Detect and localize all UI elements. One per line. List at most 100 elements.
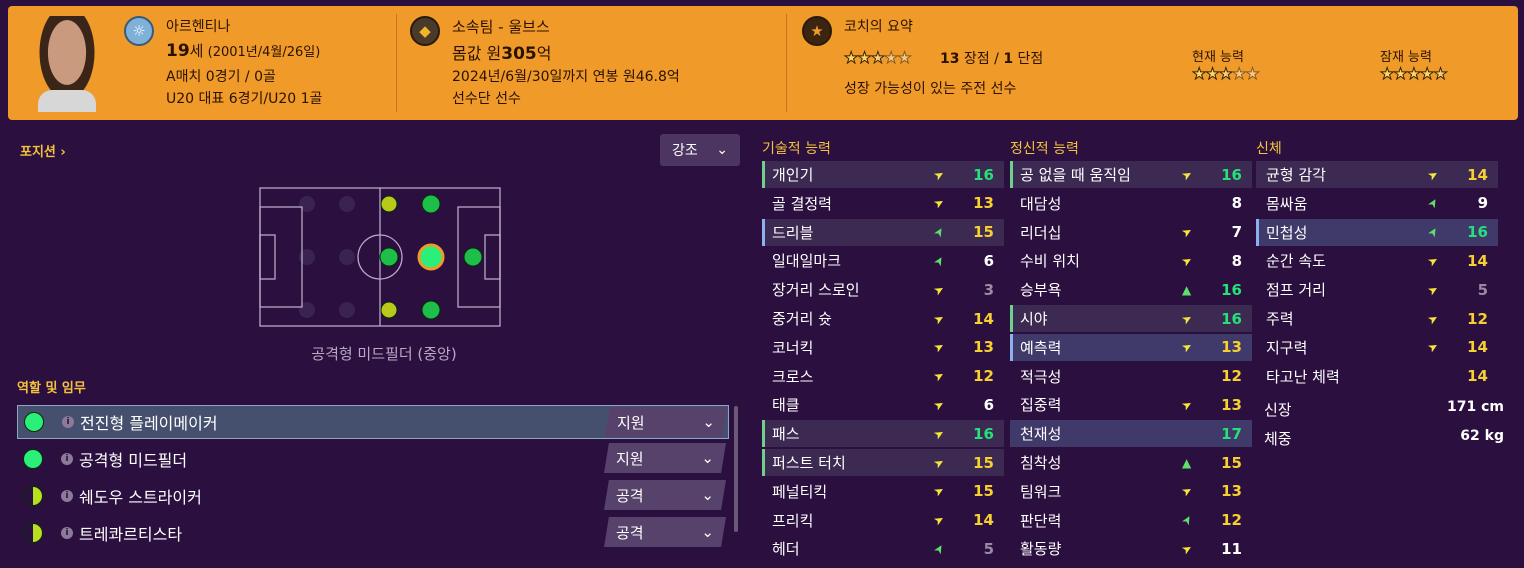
attribute-name: 대담성 bbox=[1020, 194, 1062, 213]
role-row[interactable]: i 전진형 플레이메이커 지원 ⌄ bbox=[17, 405, 729, 439]
attribute-row[interactable]: 개인기 ➤ 16 bbox=[762, 161, 1004, 188]
trend-arrow-icon: ➤ bbox=[1425, 252, 1441, 270]
attribute-value: 16 bbox=[973, 165, 994, 184]
position-title[interactable]: 포지션 › bbox=[20, 141, 66, 160]
attribute-name: 크로스 bbox=[772, 367, 814, 386]
role-row[interactable]: i 쉐도우 스트라이커 공격 ⌄ bbox=[17, 479, 729, 513]
attribute-row[interactable]: 수비 위치 ➤ 8 bbox=[1010, 247, 1252, 274]
potential-ability-stars: ★★★★★ bbox=[1379, 64, 1448, 84]
roles-scrollbar[interactable] bbox=[734, 406, 738, 532]
height-value: 171 cm bbox=[1447, 399, 1504, 415]
attribute-name: 리더십 bbox=[1020, 223, 1062, 242]
attribute-name: 순간 속도 bbox=[1266, 252, 1326, 271]
attribute-row[interactable]: 순간 속도 ➤ 14 bbox=[1256, 247, 1498, 274]
star-empty-icon: ★ bbox=[884, 48, 899, 68]
info-icon[interactable]: i bbox=[62, 416, 74, 428]
role-duty-dropdown[interactable]: 지원 ⌄ bbox=[605, 407, 727, 437]
attribute-value: 14 bbox=[973, 511, 994, 530]
attribute-row[interactable]: 몸싸움 ➤ 9 bbox=[1256, 190, 1498, 217]
attribute-name: 퍼스트 터치 bbox=[772, 454, 846, 472]
info-icon[interactable]: i bbox=[61, 527, 73, 539]
info-icon[interactable]: i bbox=[61, 490, 73, 502]
attribute-row[interactable]: 중거리 슛 ➤ 14 bbox=[762, 305, 1004, 332]
attribute-value: 8 bbox=[1231, 194, 1242, 213]
physical-title: 신체 bbox=[1256, 141, 1282, 157]
attribute-row[interactable]: 주력 ➤ 12 bbox=[1256, 305, 1498, 332]
attribute-name: 승부욕 bbox=[1020, 281, 1062, 300]
pitch-position-dot[interactable] bbox=[380, 195, 398, 213]
attribute-name: 예측력 bbox=[1020, 338, 1062, 357]
trend-arrow-icon: ➤ bbox=[1179, 540, 1195, 558]
emphasis-dropdown[interactable]: 강조 ⌄ bbox=[660, 134, 740, 166]
attribute-row[interactable]: 대담성 8 bbox=[1010, 190, 1252, 217]
star-half-icon: ★ bbox=[1218, 64, 1233, 84]
attribute-row[interactable]: 시야 ➤ 16 bbox=[1010, 305, 1252, 332]
trend-arrow-icon: ➤ bbox=[931, 165, 947, 184]
attribute-value: 13 bbox=[973, 194, 994, 213]
position-name: 공격형 미드필더 (중앙) bbox=[311, 345, 457, 363]
trend-arrow-icon: ➤ bbox=[931, 367, 947, 385]
attribute-name: 집중력 bbox=[1020, 396, 1062, 415]
info-icon[interactable]: i bbox=[61, 453, 73, 465]
trend-arrow-icon: ➤ bbox=[1179, 223, 1195, 241]
attribute-value: 7 bbox=[1231, 223, 1242, 242]
attribute-name: 천재성 bbox=[1020, 425, 1062, 444]
attribute-row[interactable]: 장거리 스로인 ➤ 3 bbox=[762, 276, 1004, 303]
nationality[interactable]: 아르헨티나 bbox=[166, 16, 230, 36]
attribute-row[interactable]: 승부욕 ▲ 16 bbox=[1010, 276, 1252, 303]
position-pitch bbox=[259, 187, 501, 327]
attribute-row[interactable]: 코너킥 ➤ 13 bbox=[762, 334, 1004, 361]
pitch-position-dot[interactable] bbox=[421, 194, 441, 214]
attribute-row[interactable]: 태클 ➤ 6 bbox=[762, 391, 1004, 418]
role-name: 공격형 미드필더 bbox=[79, 451, 188, 470]
attribute-row[interactable]: 타고난 체력 14 bbox=[1256, 363, 1498, 390]
pitch-position-dot[interactable] bbox=[421, 300, 441, 320]
attribute-row[interactable]: 적극성 12 bbox=[1010, 363, 1252, 390]
attribute-name: 개인기 bbox=[772, 166, 814, 184]
attribute-row[interactable]: 침착성 ▲ 15 bbox=[1010, 449, 1252, 476]
attribute-value: 9 bbox=[1477, 194, 1488, 213]
argentina-flag-icon: ☼ bbox=[124, 16, 154, 46]
attribute-row[interactable]: 점프 거리 ➤ 5 bbox=[1256, 276, 1498, 303]
star-icon: ★ bbox=[802, 16, 832, 46]
u20-caps: U20 대표 6경기/U20 1골 bbox=[166, 91, 323, 107]
height-row: 신장 171 cm bbox=[1264, 399, 1504, 419]
attribute-row[interactable]: 팀워크 ➤ 13 bbox=[1010, 478, 1252, 505]
trend-arrow-icon: ➤ bbox=[1424, 224, 1442, 240]
role-row[interactable]: i 공격형 미드필더 지원 ⌄ bbox=[17, 442, 729, 476]
trend-arrow-icon: ▲ bbox=[1182, 282, 1192, 297]
attribute-row[interactable]: 리더십 ➤ 7 bbox=[1010, 219, 1252, 246]
attribute-row[interactable]: 예측력 ➤ 13 bbox=[1010, 333, 1252, 361]
attribute-row[interactable]: 페널티킥 ➤ 15 bbox=[762, 478, 1004, 505]
trend-arrow-icon: ➤ bbox=[931, 309, 947, 328]
attribute-row[interactable]: 골 결정력 ➤ 13 bbox=[762, 190, 1004, 217]
attribute-row[interactable]: 헤더 ➤ 5 bbox=[762, 535, 1004, 562]
trend-arrow-icon: ➤ bbox=[931, 281, 947, 299]
attribute-row[interactable]: 패스 ➤ 16 bbox=[762, 420, 1004, 448]
attribute-row[interactable]: 민첩성 ➤ 16 bbox=[1256, 218, 1498, 246]
role-duty-dropdown[interactable]: 지원 ⌄ bbox=[604, 443, 726, 473]
attribute-row[interactable]: 프리킥 ➤ 14 bbox=[762, 507, 1004, 534]
club-name[interactable]: 소속팀 - 울브스 bbox=[452, 16, 550, 37]
attribute-row[interactable]: 균형 감각 ➤ 14 bbox=[1256, 161, 1498, 188]
pitch-position-dot[interactable] bbox=[379, 247, 399, 267]
attribute-row[interactable]: 일대일마크 ➤ 6 bbox=[762, 247, 1004, 274]
attribute-name: 침착성 bbox=[1020, 454, 1062, 472]
attribute-row[interactable]: 활동량 ➤ 11 bbox=[1010, 535, 1252, 562]
attribute-row[interactable]: 집중력 ➤ 13 bbox=[1010, 391, 1252, 418]
attribute-name: 점프 거리 bbox=[1266, 281, 1326, 300]
attribute-row[interactable]: 천재성 17 bbox=[1010, 420, 1252, 448]
pitch-position-selected[interactable] bbox=[417, 243, 445, 271]
role-duty-dropdown[interactable]: 공격 ⌄ bbox=[604, 517, 726, 547]
attribute-row[interactable]: 크로스 ➤ 12 bbox=[762, 363, 1004, 390]
role-duty-dropdown[interactable]: 공격 ⌄ bbox=[604, 480, 726, 510]
attribute-row[interactable]: 판단력 ➤ 12 bbox=[1010, 507, 1252, 534]
pitch-position-dot[interactable] bbox=[380, 301, 398, 319]
attribute-value: 13 bbox=[973, 338, 994, 357]
attribute-row[interactable]: 드리블 ➤ 15 bbox=[762, 218, 1004, 246]
attribute-row[interactable]: 퍼스트 터치 ➤ 15 bbox=[762, 449, 1004, 476]
attribute-row[interactable]: 공 없을 때 움직임 ➤ 16 bbox=[1010, 161, 1252, 188]
pitch-position-dot[interactable] bbox=[463, 247, 483, 267]
attribute-row[interactable]: 지구력 ➤ 14 bbox=[1256, 334, 1498, 361]
role-row[interactable]: i 트레콰르티스타 공격 ⌄ bbox=[17, 516, 729, 550]
